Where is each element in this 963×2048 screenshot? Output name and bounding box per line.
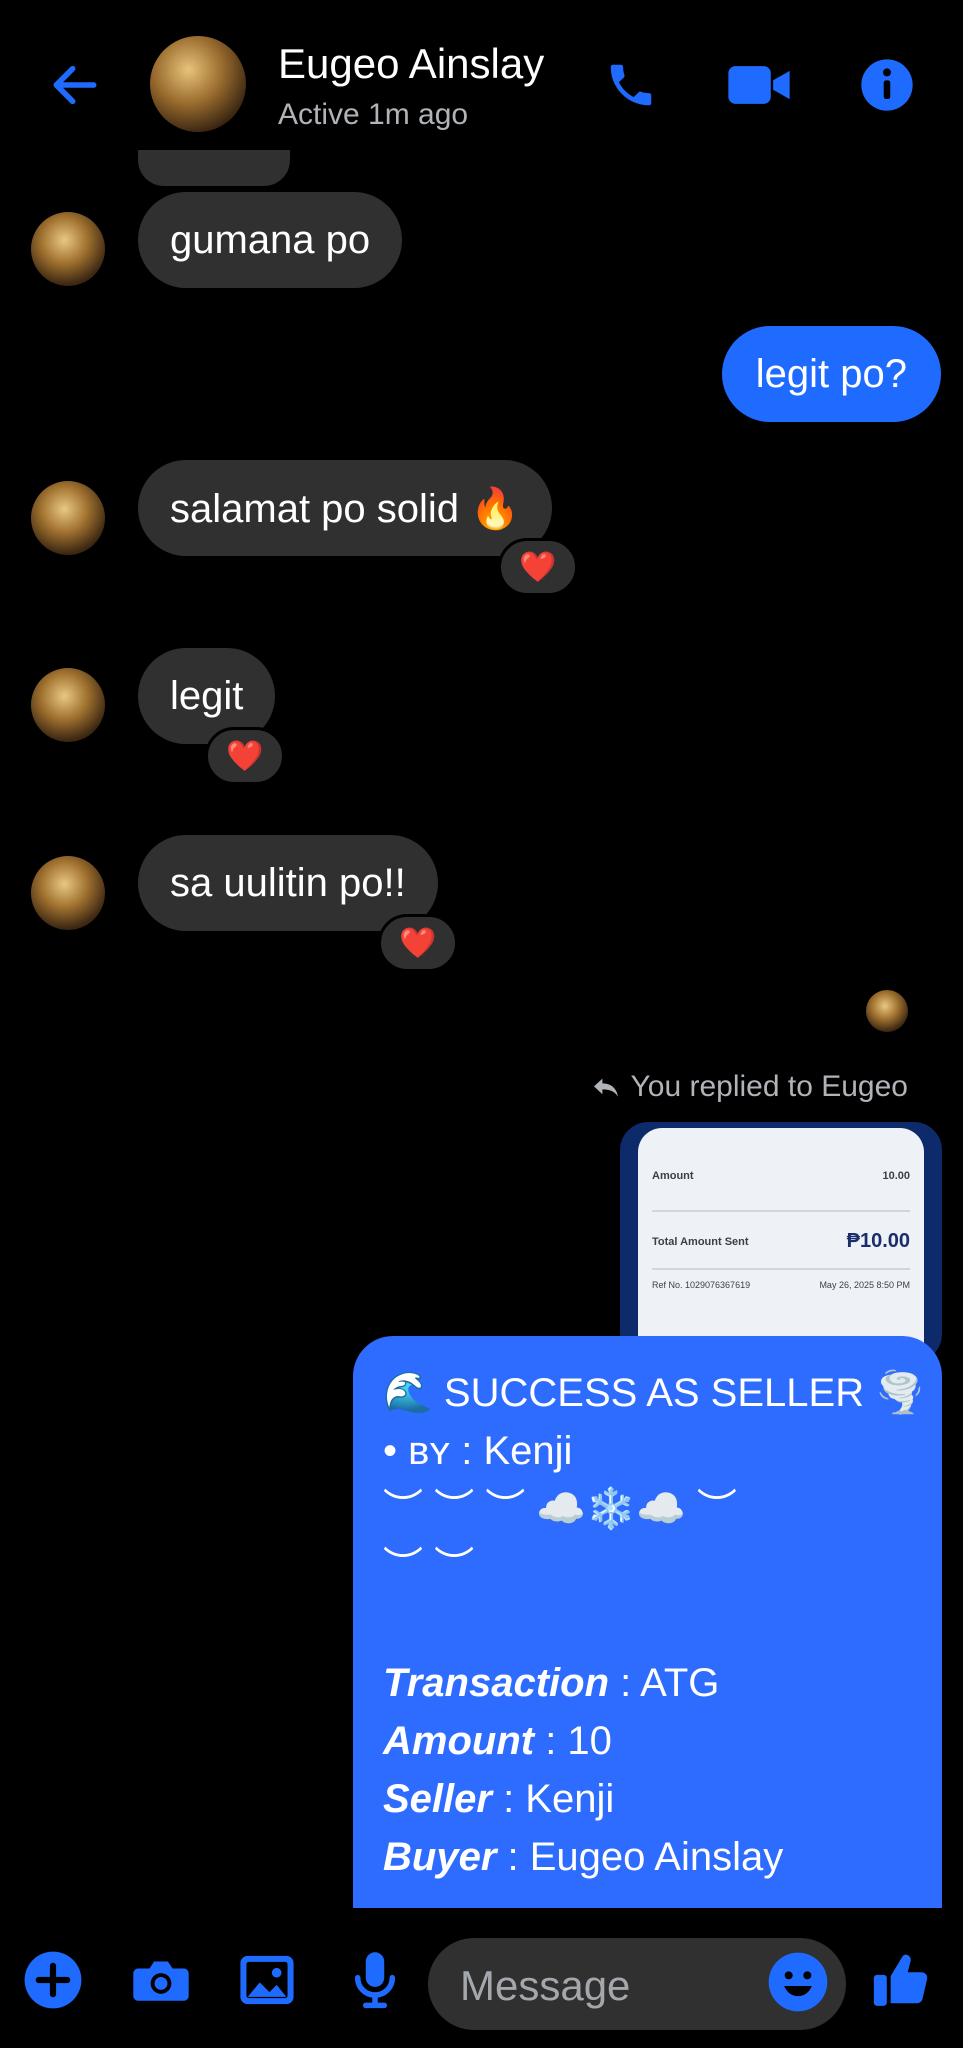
- reaction-badge[interactable]: ❤️: [378, 914, 458, 972]
- field-value: : Eugeo Ainslay: [496, 1835, 784, 1879]
- heart-reaction-icon: ❤️: [399, 926, 437, 960]
- card-field-amount: Amount : 10: [383, 1712, 912, 1770]
- field-key: Amount: [383, 1719, 535, 1763]
- reaction-badge[interactable]: ❤️: [498, 538, 578, 596]
- incoming-message[interactable]: salamat po solid 🔥: [138, 460, 552, 556]
- card-title: 🌊 SUCCESS AS SELLER 🌪️: [383, 1371, 926, 1415]
- camera-icon: [133, 1961, 189, 2001]
- info-icon: [861, 59, 913, 111]
- sender-avatar[interactable]: [31, 212, 105, 286]
- field-key: Seller: [383, 1777, 492, 1821]
- field-key: Buyer: [383, 1835, 497, 1879]
- more-actions-button[interactable]: [18, 1945, 88, 2015]
- outgoing-message[interactable]: legit po?: [721, 326, 941, 422]
- microphone-icon: [354, 1952, 396, 2009]
- sender-avatar[interactable]: [31, 668, 105, 742]
- thumbs-up-icon: [873, 1954, 928, 2006]
- outgoing-seller-card[interactable]: 🌊 SUCCESS AS SELLER 🌪️ • ʙʏ : Kenji ︶ ︶ …: [353, 1336, 942, 1908]
- video-camera-icon: [728, 66, 790, 104]
- gallery-button[interactable]: [232, 1945, 302, 2015]
- contact-name[interactable]: Eugeo Ainslay: [278, 40, 544, 88]
- emoji-button[interactable]: [766, 1950, 830, 2014]
- card-decoration: ︶ ︶ ︶ ☁️❄️☁️ ︶: [383, 1487, 737, 1531]
- sender-avatar[interactable]: [31, 481, 105, 555]
- partial-message-bubble: [138, 150, 290, 186]
- heart-reaction-icon: ❤️: [226, 739, 264, 773]
- receipt-total-label: Total Amount Sent: [652, 1235, 749, 1248]
- receipt-amount-value: 10.00: [882, 1170, 910, 1182]
- back-button[interactable]: [40, 50, 110, 120]
- receipt-row-total: Total Amount Sent ₱10.00: [652, 1230, 910, 1253]
- emoji-icon: [768, 1952, 828, 2012]
- field-key: Transaction: [383, 1661, 609, 1705]
- arrow-left-icon: [53, 65, 97, 105]
- field-value: : ATG: [609, 1661, 720, 1705]
- chat-header: Eugeo Ainslay Active 1m ago: [0, 0, 963, 150]
- contact-status: Active 1m ago: [278, 98, 469, 131]
- voice-message-button[interactable]: [340, 1945, 410, 2015]
- info-button[interactable]: [852, 50, 922, 120]
- card-decoration: ︶ ︶: [383, 1545, 475, 1589]
- card-field-buyer: Buyer : Eugeo Ainslay: [383, 1828, 912, 1886]
- card-spacer: [383, 1596, 912, 1654]
- field-value: : Kenji: [491, 1777, 615, 1821]
- field-value: : 10: [534, 1719, 612, 1763]
- video-call-button[interactable]: [724, 50, 794, 120]
- reply-label: You replied to Eugeo: [630, 1070, 908, 1103]
- reply-arrow-icon: [593, 1078, 618, 1097]
- receipt-preview: Amount 10.00 Total Amount Sent ₱10.00 Re…: [638, 1128, 924, 1362]
- card-field-transaction: Transaction : ATG: [383, 1654, 912, 1712]
- camera-button[interactable]: [126, 1945, 196, 2015]
- receipt-divider: [652, 1268, 910, 1270]
- reaction-badge[interactable]: ❤️: [205, 727, 285, 785]
- receipt-row-amount: Amount 10.00: [652, 1170, 910, 1182]
- receipt-date: May 26, 2025 8:50 PM: [819, 1280, 910, 1290]
- contact-avatar[interactable]: [150, 36, 246, 132]
- seen-indicator-avatar: [866, 990, 908, 1032]
- receipt-divider: [652, 1210, 910, 1212]
- heart-reaction-icon: ❤️: [519, 550, 557, 584]
- plus-icon: [24, 1951, 82, 2009]
- receipt-amount-label: Amount: [652, 1170, 694, 1182]
- call-button[interactable]: [596, 50, 666, 120]
- card-by-line: • ʙʏ : Kenji: [383, 1429, 573, 1473]
- receipt-ref-label: Ref No. 1029076367619: [652, 1280, 751, 1290]
- incoming-message[interactable]: gumana po: [138, 192, 403, 288]
- sender-avatar[interactable]: [31, 856, 105, 930]
- image-icon: [240, 1955, 294, 2005]
- phone-icon: [610, 64, 652, 106]
- replied-image-thumbnail[interactable]: Amount 10.00 Total Amount Sent ₱10.00 Re…: [620, 1122, 942, 1362]
- message-input-placeholder: Message: [460, 1962, 631, 2009]
- receipt-row-ref: Ref No. 1029076367619 May 26, 2025 8:50 …: [652, 1280, 910, 1290]
- card-field-seller: Seller : Kenji: [383, 1770, 912, 1828]
- reply-indicator: You replied to Eugeo: [591, 1070, 908, 1104]
- like-button[interactable]: [866, 1945, 936, 2015]
- receipt-total-value: ₱10.00: [846, 1230, 910, 1252]
